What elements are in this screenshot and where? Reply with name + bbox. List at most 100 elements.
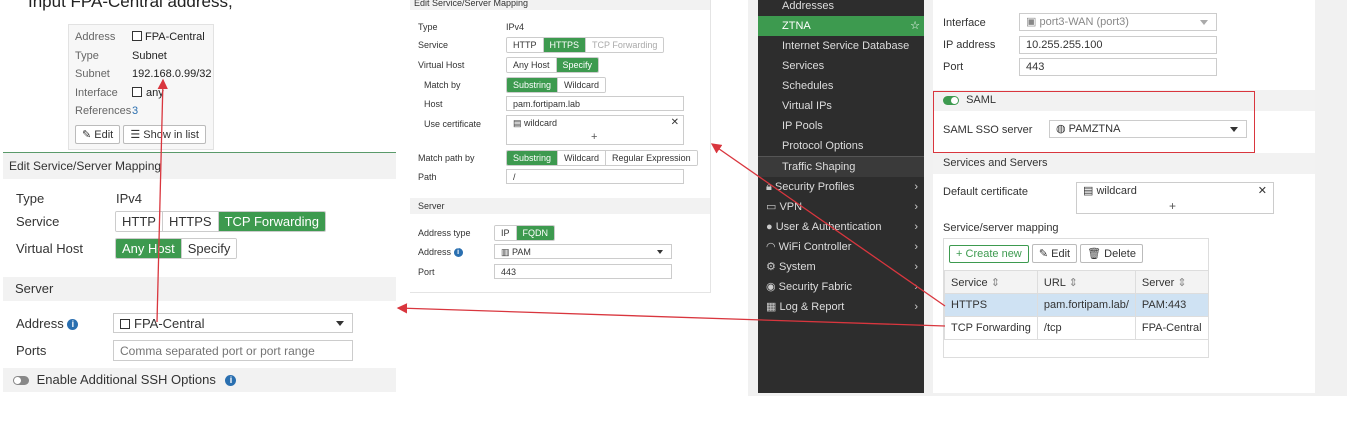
https-port-label: Port <box>418 267 435 277</box>
add-icon[interactable]: + <box>1169 200 1176 213</box>
sidebar-item-virtual-ips[interactable]: Virtual IPs <box>758 96 924 116</box>
chart-icon: ▦ <box>766 301 777 313</box>
default-cert-box[interactable]: ▤ wildcard ✕ + <box>1076 182 1274 214</box>
sidebar-item-security-profiles[interactable]: 🔒︎ Security Profiles › <box>758 177 924 197</box>
sidebar-item-user-authentication[interactable]: ● User & Authentication › <box>758 217 924 237</box>
table-row[interactable]: TCP Forwarding /tcp FPA-Central <box>944 316 1209 340</box>
https-port-input[interactable]: 443 <box>494 264 672 279</box>
ssh-options-label: Enable Additional SSH Options <box>36 372 216 387</box>
ztna-interface-label: Interface <box>943 17 986 29</box>
https-path-match-selector: Substring Wildcard Regular Expression <box>506 150 698 166</box>
sidebar-item-vpn[interactable]: ▭ VPN › <box>758 197 924 217</box>
sidebar-item-system[interactable]: ⚙ System › <box>758 257 924 277</box>
table-row[interactable]: HTTPS pam.fortipam.lab/ PAM:443 <box>944 293 1209 317</box>
https-service-http[interactable]: HTTP <box>507 38 544 52</box>
plus-icon: + <box>956 248 963 260</box>
tooltip-address-value: FPA-Central <box>145 31 205 43</box>
https-cert-box[interactable]: ▤ wildcard ✕ + <box>506 115 684 145</box>
https-type-value: IPv4 <box>506 22 525 32</box>
mapping-delete-button[interactable]: 🗑︎ Delete <box>1080 244 1143 263</box>
sidebar-item-protocol-options[interactable]: Protocol Options <box>758 136 924 156</box>
tooltip-show-label: Show in list <box>143 128 199 141</box>
sidebar-item-label: User & Authentication <box>775 221 882 233</box>
https-host-input[interactable]: pam.fortipam.lab <box>506 96 684 111</box>
https-path-substring[interactable]: Substring <box>507 151 559 165</box>
row-server: PAM:443 <box>1134 293 1209 317</box>
tooltip-row-interface: Interface any <box>75 84 213 103</box>
sidebar-item-traffic-shaping[interactable]: Traffic Shaping <box>758 156 924 177</box>
https-path-input[interactable]: / <box>506 169 684 184</box>
close-icon[interactable]: ✕ <box>671 118 679 128</box>
column-header-url[interactable]: URL ⇕ <box>1036 270 1136 294</box>
https-addr-type-ip[interactable]: IP <box>495 226 517 240</box>
https-match-label: Match by <box>424 80 461 90</box>
tcp-vhost-any-host[interactable]: Any Host <box>116 239 182 258</box>
info-icon[interactable]: i <box>453 248 463 258</box>
https-cert-label: Use certificate <box>424 119 482 129</box>
sidebar-item-label: Security Fabric <box>778 281 853 293</box>
tooltip-rows: Address FPA-Central Type Subnet Subnet 192.… <box>69 25 213 121</box>
sidebar-item-schedules[interactable]: Schedules <box>758 76 924 96</box>
https-path-label: Path <box>418 172 437 182</box>
create-new-button[interactable]: + Create new <box>949 245 1029 263</box>
https-path-regex[interactable]: Regular Expression <box>606 151 697 165</box>
close-icon[interactable]: ✕ <box>1258 185 1267 198</box>
https-cert-value: wildcard <box>524 118 558 128</box>
https-type-label: Type <box>418 22 438 32</box>
https-service-tcp-forwarding[interactable]: TCP Forwarding <box>586 38 664 52</box>
https-vhost-specify[interactable]: Specify <box>556 58 599 72</box>
sidebar-item-ip-pools[interactable]: IP Pools <box>758 116 924 136</box>
ztna-ip-input[interactable]: 10.255.255.100 <box>1019 36 1217 54</box>
ztna-interface-select[interactable]: ▣ port3-WAN (port3) <box>1019 13 1217 31</box>
tcp-vhost-specify[interactable]: Specify <box>181 239 237 258</box>
https-path-wildcard[interactable]: Wildcard <box>558 151 607 165</box>
sidebar-item-label: ZTNA <box>782 20 811 32</box>
tcp-service-http[interactable]: HTTP <box>116 212 163 231</box>
https-match-wildcard[interactable]: Wildcard <box>558 78 606 92</box>
address-object-icon <box>132 31 142 41</box>
info-icon[interactable]: i <box>225 375 237 387</box>
user-icon: ● <box>766 221 773 233</box>
sidebar-item-addresses[interactable]: Addresses <box>758 0 924 16</box>
sidebar-item-security-fabric[interactable]: ◉ Security Fabric › <box>758 277 924 297</box>
https-vhost-label: Virtual Host <box>418 60 465 70</box>
sidebar-item-wifi-controller[interactable]: ◠ WiFi Controller › <box>758 237 924 257</box>
chevron-right-icon: › <box>914 281 918 293</box>
add-icon[interactable]: + <box>591 132 597 143</box>
saml-highlight-box <box>933 91 1255 153</box>
sidebar-item-ztna[interactable]: ZTNA ☆ <box>758 16 924 36</box>
tooltip-show-in-list-button[interactable]: ☰ Show in list <box>123 124 206 144</box>
https-path-match-label: Match path by <box>418 153 475 163</box>
https-address-label: Address <box>418 247 452 257</box>
port-icon: ▣ <box>1026 16 1037 28</box>
mapping-delete-label: Delete <box>1104 248 1136 260</box>
https-service-https[interactable]: HTTPS <box>543 38 587 52</box>
wifi-icon: ◠ <box>766 241 776 253</box>
star-icon[interactable]: ☆ <box>910 16 920 36</box>
ssh-options-toggle[interactable] <box>13 376 29 386</box>
https-addr-type-fqdn[interactable]: FQDN <box>516 226 555 240</box>
tooltip-references-link[interactable]: 3 <box>132 105 138 117</box>
https-addr-type-label: Address type <box>418 228 471 238</box>
ztna-port-input[interactable]: 443 <box>1019 58 1217 76</box>
tcp-address-value: FPA-Central <box>134 316 205 331</box>
column-header-server[interactable]: Server ⇕ <box>1134 270 1209 294</box>
sidebar-item-services[interactable]: Services <box>758 56 924 76</box>
tcp-ports-input[interactable] <box>113 340 353 361</box>
column-header-service[interactable]: Service ⇕ <box>944 270 1038 294</box>
sidebar-item-internet-service-database[interactable]: Internet Service Database <box>758 36 924 56</box>
https-address-select[interactable]: ▥ PAM <box>494 244 672 259</box>
mapping-edit-button[interactable]: ✎ Edit <box>1031 244 1078 263</box>
https-vhost-any-host[interactable]: Any Host <box>507 58 557 72</box>
tooltip-references-label: References <box>75 105 132 117</box>
tcp-service-https[interactable]: HTTPS <box>162 212 219 231</box>
https-match-substring[interactable]: Substring <box>507 78 559 92</box>
tcp-address-select[interactable]: FPA-Central <box>113 313 353 333</box>
tooltip-type-value: Subnet <box>132 49 167 62</box>
tooltip-edit-button[interactable]: ✎ Edit <box>75 124 121 144</box>
sidebar-item-log-report[interactable]: ▦ Log & Report › <box>758 297 924 317</box>
monitor-icon: ▭ <box>766 201 777 213</box>
row-url: /tcp <box>1036 316 1136 340</box>
tcp-service-tcp-forwarding[interactable]: TCP Forwarding <box>218 212 325 231</box>
info-icon[interactable]: i <box>67 319 79 331</box>
